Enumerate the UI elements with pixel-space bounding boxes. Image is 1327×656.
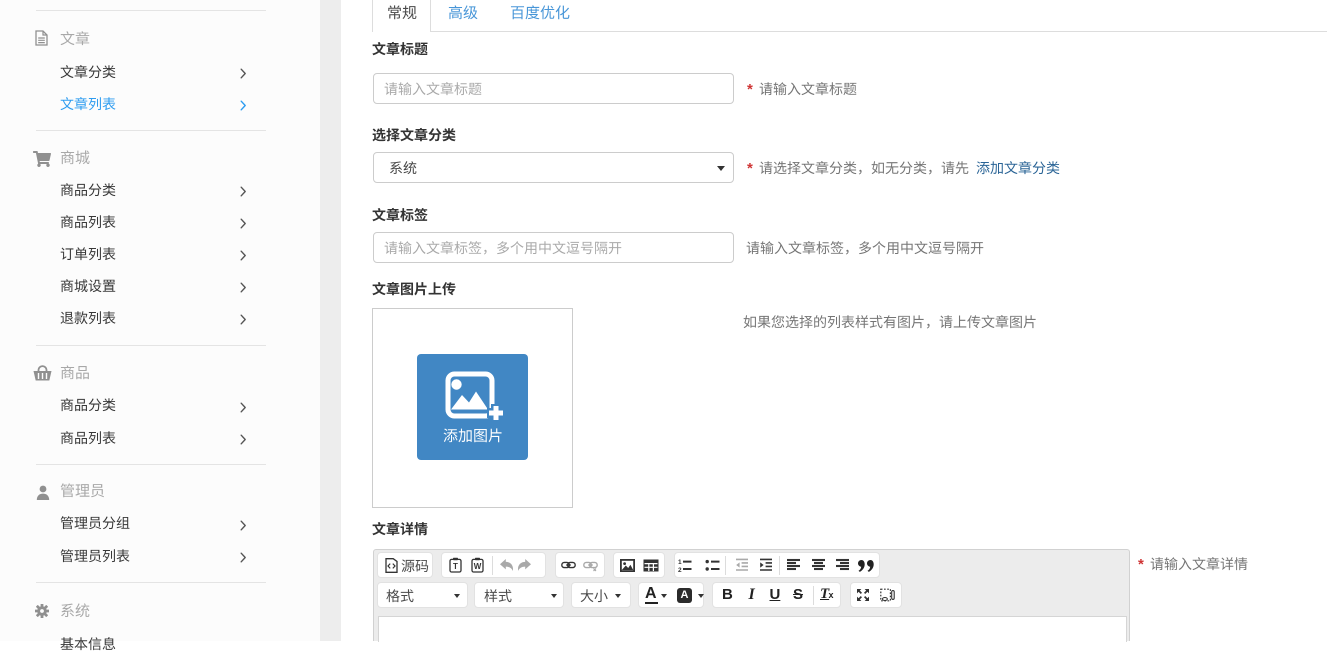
svg-text:2: 2	[678, 566, 682, 571]
svg-text:T: T	[453, 562, 458, 571]
svg-text:1: 1	[678, 559, 682, 566]
svg-text:W: W	[473, 562, 481, 571]
